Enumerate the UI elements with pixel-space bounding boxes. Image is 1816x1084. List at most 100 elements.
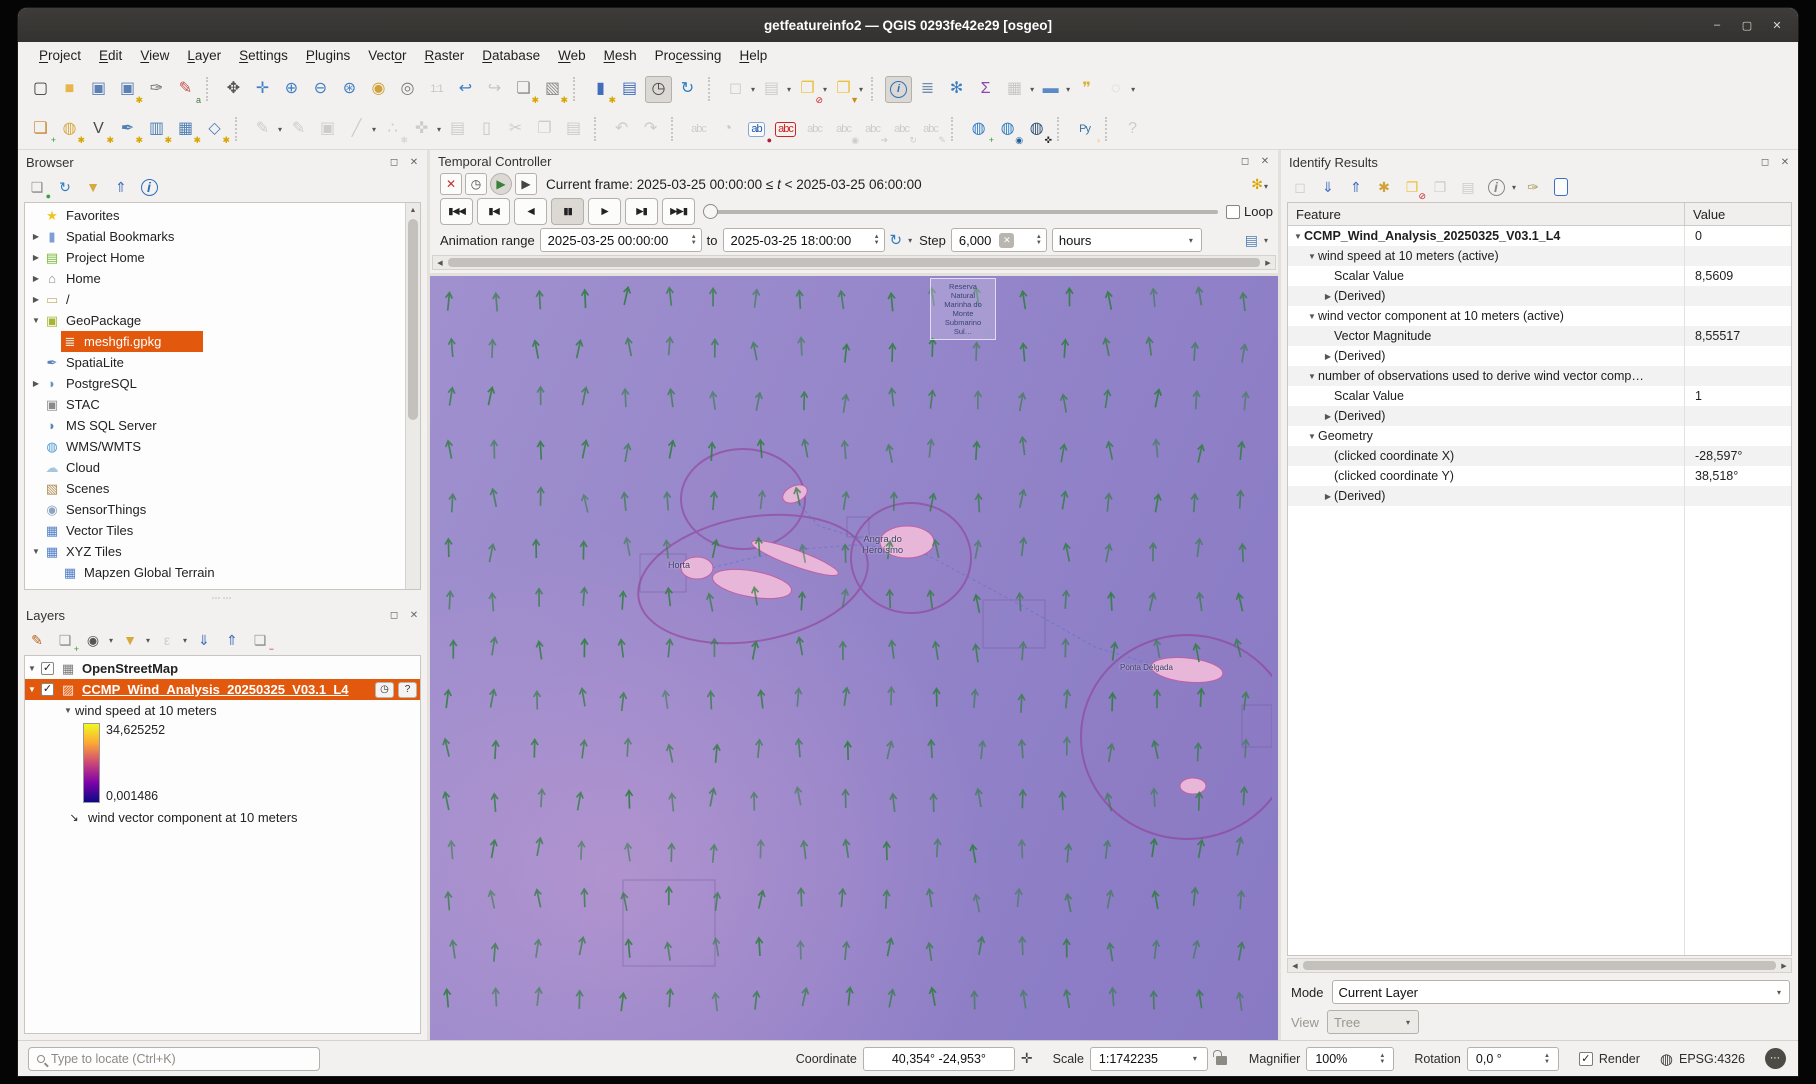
add-mesh-layer-icon[interactable]: ▥✱ [143, 116, 170, 143]
identify-row[interactable]: ▼Geometry [1288, 426, 1791, 446]
pan-map-icon[interactable]: ✥ [220, 76, 247, 103]
filter-legend-icon[interactable]: ▼ [118, 628, 142, 652]
render-checkbox[interactable]: ✓ [1579, 1052, 1593, 1066]
play-backward-button[interactable]: ◀ [514, 198, 547, 225]
zoom-to-selection-icon[interactable]: ◉ [365, 76, 392, 103]
pan-to-selection-icon[interactable]: ✛ [249, 76, 276, 103]
metasearch-icon[interactable]: ◍◉ [994, 116, 1021, 143]
clear-results-icon[interactable]: ❐⊘ [1400, 175, 1424, 199]
browser-item-sensorthings[interactable]: ◉SensorThings [25, 499, 405, 520]
save-project-icon[interactable]: ▣ [85, 76, 112, 103]
metasearch-new-connection-icon[interactable]: ◍+ [965, 116, 992, 143]
data-source-manager-icon[interactable]: ❏+ [27, 116, 54, 143]
set-to-full-range-icon[interactable]: ↻ [890, 231, 903, 249]
menu-vector[interactable]: Vector [359, 45, 415, 66]
add-selected-layers-icon[interactable]: ❏● [25, 175, 49, 199]
layer-group-wind-vector[interactable]: ↘ wind vector component at 10 meters [25, 807, 420, 828]
refresh-browser-icon[interactable]: ↻ [53, 175, 77, 199]
browser-item-favorites[interactable]: ★Favorites [25, 205, 405, 226]
zoom-last-icon[interactable]: ↩ [452, 76, 479, 103]
expander-icon[interactable]: ▼ [61, 706, 75, 715]
style-manager-icon[interactable]: ✎a [172, 76, 199, 103]
add-virtual-layer-icon[interactable]: ▦✱ [172, 116, 199, 143]
menu-mesh[interactable]: Mesh [595, 45, 646, 66]
identify-row[interactable]: ▶(Derived) [1288, 286, 1791, 306]
play-forward-button[interactable]: ▶ [588, 198, 621, 225]
expander-icon[interactable]: ▶ [29, 379, 43, 388]
step-unit-select[interactable]: hours▾ [1052, 228, 1202, 252]
temporal-hscrollbar[interactable]: ◀▶ [432, 255, 1276, 270]
magnifier-spinner[interactable]: 100% ▲▼ [1306, 1047, 1394, 1071]
menu-edit[interactable]: Edit [90, 45, 131, 66]
menu-web[interactable]: Web [549, 45, 595, 66]
identify-settings-icon[interactable]: ✑ [1521, 175, 1545, 199]
add-vector-tile-layer-icon[interactable]: ◇✱ [201, 116, 228, 143]
browser-item-wms-wmts[interactable]: ◍WMS/WMTS [25, 436, 405, 457]
panel-splitter[interactable]: ⋯⋯ [18, 594, 427, 603]
close-button[interactable]: ✕ [1766, 14, 1788, 36]
animation-slider[interactable] [703, 198, 1218, 225]
show-spatial-bookmarks-icon[interactable]: ▤ [616, 76, 643, 103]
browser-item-spatialite[interactable]: ✒SpatiaLite [25, 352, 405, 373]
new-3d-map-view-icon[interactable]: ▧✱ [539, 76, 566, 103]
map-tips-icon[interactable]: ❞ [1073, 76, 1100, 103]
open-project-icon[interactable]: ■ [56, 76, 83, 103]
add-spatialite-layer-icon[interactable]: ✒✱ [114, 116, 141, 143]
collapse-all-icon[interactable]: ⇑ [109, 175, 133, 199]
menu-database[interactable]: Database [473, 45, 549, 66]
zoom-in-icon[interactable]: ⊕ [278, 76, 305, 103]
map-canvas[interactable]: HortaAngra doHeroísmoPonta Delgada Reser… [430, 276, 1278, 1040]
python-console-icon[interactable]: Py› [1071, 116, 1098, 143]
layer-checkbox[interactable]: ✓ [41, 662, 54, 675]
add-vector-layer-icon[interactable]: V✱ [85, 116, 112, 143]
minimize-button[interactable]: – [1706, 14, 1728, 36]
expand-new-results-icon[interactable]: ✱ [1372, 175, 1396, 199]
expander-icon[interactable]: ▼ [1292, 232, 1304, 241]
menu-plugins[interactable]: Plugins [297, 45, 359, 66]
expand-tree-icon[interactable]: ⇓ [1316, 175, 1340, 199]
fixed-range-mode-button[interactable]: ◷ [465, 173, 487, 195]
identify-mode-menu-icon[interactable]: i [1484, 175, 1508, 199]
expander-icon[interactable]: ▶ [29, 295, 43, 304]
browser-float-icon[interactable]: ◻ [387, 155, 401, 169]
layer-row-mesh[interactable]: ▼ ✓ ▨ CCMP_Wind_Analysis_20250325_V03.1_… [25, 679, 420, 700]
loop-checkbox[interactable]: Loop [1226, 204, 1278, 219]
zoom-to-layer-icon[interactable]: ◎ [394, 76, 421, 103]
step-input[interactable]: 6,000 ✕ ▲▼ [951, 228, 1047, 252]
expander-icon[interactable]: ▶ [1322, 492, 1334, 501]
animated-navigation-button[interactable]: ▶ [490, 173, 512, 195]
layers-float-icon[interactable]: ◻ [387, 608, 401, 622]
temporal-close-icon[interactable]: ✕ [1258, 154, 1272, 168]
identify-row[interactable]: (clicked coordinate Y)38,518° [1288, 466, 1791, 486]
new-spatial-bookmark-icon[interactable]: ▮✱ [587, 76, 614, 103]
identify-row[interactable]: (clicked coordinate X)-28,597° [1288, 446, 1791, 466]
menu-project[interactable]: Project [30, 45, 90, 66]
expander-icon[interactable]: ▼ [1306, 312, 1318, 321]
range-end-input[interactable]: 2025-03-25 18:00:00 ▲▼ [723, 228, 885, 252]
browser-item-mapzen-global-terrain[interactable]: ▦Mapzen Global Terrain [25, 562, 405, 583]
slider-thumb[interactable] [703, 204, 718, 219]
expander-icon[interactable]: ▶ [29, 232, 43, 241]
identify-row[interactable]: ▶(Derived) [1288, 406, 1791, 426]
identify-help-icon[interactable]: ? [1549, 175, 1573, 199]
save-project-as-icon[interactable]: ▣✱ [114, 76, 141, 103]
expander-icon[interactable]: ▶ [29, 253, 43, 262]
browser-item-openstreetmap[interactable]: ▦OpenStreetMap [25, 583, 405, 590]
browser-item-postgresql[interactable]: ▶◗PostgreSQL [25, 373, 405, 394]
expander-icon[interactable]: ▼ [25, 685, 39, 694]
identify-close-icon[interactable]: ✕ [1778, 155, 1792, 169]
identify-row[interactable]: Vector Magnitude8,55517 [1288, 326, 1791, 346]
identify-hscrollbar[interactable]: ◀▶ [1287, 958, 1792, 973]
identify-row[interactable]: ▶(Derived) [1288, 346, 1791, 366]
locator-input[interactable]: Type to locate (Ctrl+K) [28, 1047, 320, 1071]
browser-close-icon[interactable]: ✕ [407, 155, 421, 169]
browser-item-vector-tiles[interactable]: ▦Vector Tiles [25, 520, 405, 541]
new-map-view-icon[interactable]: ❏✱ [510, 76, 537, 103]
identify-float-icon[interactable]: ◻ [1758, 155, 1772, 169]
browser-item-home[interactable]: ▶⌂Home [25, 268, 405, 289]
menu-layer[interactable]: Layer [178, 45, 230, 66]
identify-features-icon[interactable]: i [885, 76, 912, 103]
identify-row[interactable]: ▼CCMP_Wind_Analysis_20250325_V03.1_L40 [1288, 226, 1791, 246]
layer-checkbox[interactable]: ✓ [41, 683, 54, 696]
clear-step-icon[interactable]: ✕ [999, 233, 1014, 248]
